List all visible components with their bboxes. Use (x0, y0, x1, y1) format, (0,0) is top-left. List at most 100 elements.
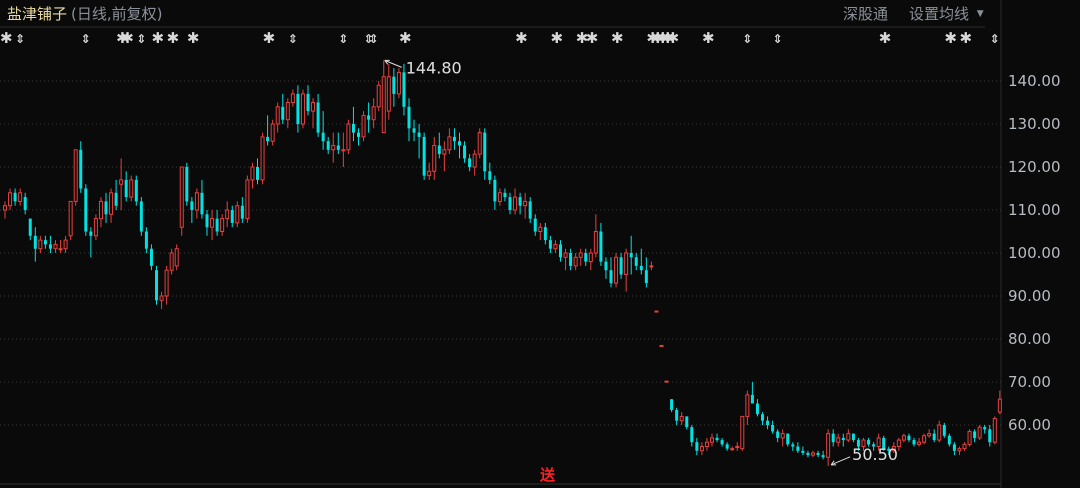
candle-body (584, 253, 588, 262)
candle (386, 63, 391, 120)
event-star-icon[interactable]: ✱ (167, 29, 180, 47)
event-arrow-icon[interactable]: ⇕ (369, 32, 379, 46)
candle-body (796, 446, 800, 451)
candle (811, 450, 815, 458)
candle (472, 149, 477, 176)
candle (256, 158, 259, 185)
candle-body (533, 218, 537, 232)
candle-body (957, 448, 962, 452)
candle (417, 124, 421, 159)
candle (43, 235, 47, 249)
candle-body (477, 132, 482, 155)
event-arrow-icon[interactable]: ⇕ (15, 32, 25, 46)
candle-body (235, 205, 240, 224)
candle-body (155, 270, 158, 301)
high-price-label: 144.80 (406, 58, 462, 77)
candle (614, 253, 619, 288)
candle-body (442, 149, 447, 155)
candle (468, 154, 472, 172)
candle-body (841, 437, 845, 441)
event-star-icon[interactable]: ✱ (121, 29, 134, 47)
candle-body (336, 145, 340, 150)
event-star-icon[interactable]: ✱ (550, 29, 563, 47)
candle-body (523, 200, 528, 207)
event-arrow-icon[interactable]: ⇕ (338, 32, 348, 46)
event-star-icon[interactable]: ✱ (944, 29, 957, 47)
candle-body (695, 442, 699, 451)
candle-body (33, 235, 37, 249)
event-star-icon[interactable]: ✱ (399, 29, 412, 47)
candle-body (13, 192, 17, 202)
event-arrow-icon[interactable]: ⇕ (136, 32, 146, 46)
candle (422, 132, 426, 180)
candle (553, 240, 558, 253)
event-arrow-icon[interactable]: ⇕ (81, 32, 91, 46)
event-star-icon[interactable]: ✱ (702, 29, 715, 47)
event-star-icon[interactable]: ✱ (586, 29, 599, 47)
event-arrow-icon[interactable]: ⇕ (742, 32, 752, 46)
candle (447, 128, 452, 155)
candle-body (851, 433, 855, 441)
candle (260, 132, 265, 185)
event-arrow-icon[interactable]: ⇕ (288, 32, 298, 46)
candle (806, 450, 810, 458)
candle (846, 429, 851, 443)
event-star-icon[interactable]: ✱ (263, 29, 276, 47)
candle-body (93, 218, 98, 237)
candle (190, 197, 194, 223)
candle-body (48, 244, 52, 249)
candle-body (381, 76, 386, 134)
candle-body (205, 214, 209, 228)
event-star-icon[interactable]: ✱ (879, 29, 892, 47)
event-star-icon[interactable]: ✱ (611, 29, 624, 47)
candle (58, 240, 63, 253)
candle (725, 442, 729, 451)
candle (593, 214, 598, 258)
event-star-icon[interactable]: ✱ (0, 29, 13, 47)
candle (124, 171, 128, 202)
event-star-icon[interactable]: ✱ (187, 29, 200, 47)
candle-body (437, 145, 441, 155)
candle (973, 429, 977, 443)
candle-body (634, 257, 638, 266)
candle (23, 192, 27, 215)
candle-body (68, 200, 73, 237)
candle-body (780, 433, 785, 439)
candle-body (917, 441, 922, 445)
ma-settings-button[interactable]: 设置均线 ▼ (909, 3, 984, 24)
candle-body (497, 192, 502, 202)
candle-body (250, 166, 255, 181)
candle (220, 214, 225, 236)
candle (139, 197, 143, 236)
candle (685, 416, 689, 430)
candle-body (357, 132, 360, 137)
candle (776, 429, 780, 443)
candle (740, 415, 745, 451)
candle (543, 222, 547, 245)
bottom-event-marker[interactable]: 送 (539, 466, 556, 484)
candle (48, 235, 52, 253)
event-star-icon[interactable]: ✱ (960, 29, 973, 47)
event-star-icon[interactable]: ✱ (152, 29, 165, 47)
candle-body (321, 132, 325, 142)
low-price-label: 50.50 (852, 445, 898, 464)
candle-body (912, 440, 916, 445)
candle-body (245, 179, 250, 220)
candle (937, 420, 942, 443)
candle-body (275, 106, 280, 125)
candle-body (588, 252, 593, 263)
candle (927, 429, 932, 438)
candle-body (867, 440, 871, 445)
event-star-icon[interactable]: ✱ (667, 29, 680, 47)
candle-body (422, 136, 426, 176)
event-arrow-icon[interactable]: ⇕ (990, 32, 1000, 46)
event-star-icon[interactable]: ✱ (515, 29, 528, 47)
candle-body (220, 218, 225, 233)
candle (179, 166, 184, 236)
candle (483, 128, 487, 180)
candle-body (947, 435, 951, 445)
hk-connect-button[interactable]: 深股通 (843, 3, 888, 24)
event-arrow-icon[interactable]: ⇕ (773, 32, 783, 46)
candle-body (260, 136, 265, 181)
candle (3, 201, 7, 219)
